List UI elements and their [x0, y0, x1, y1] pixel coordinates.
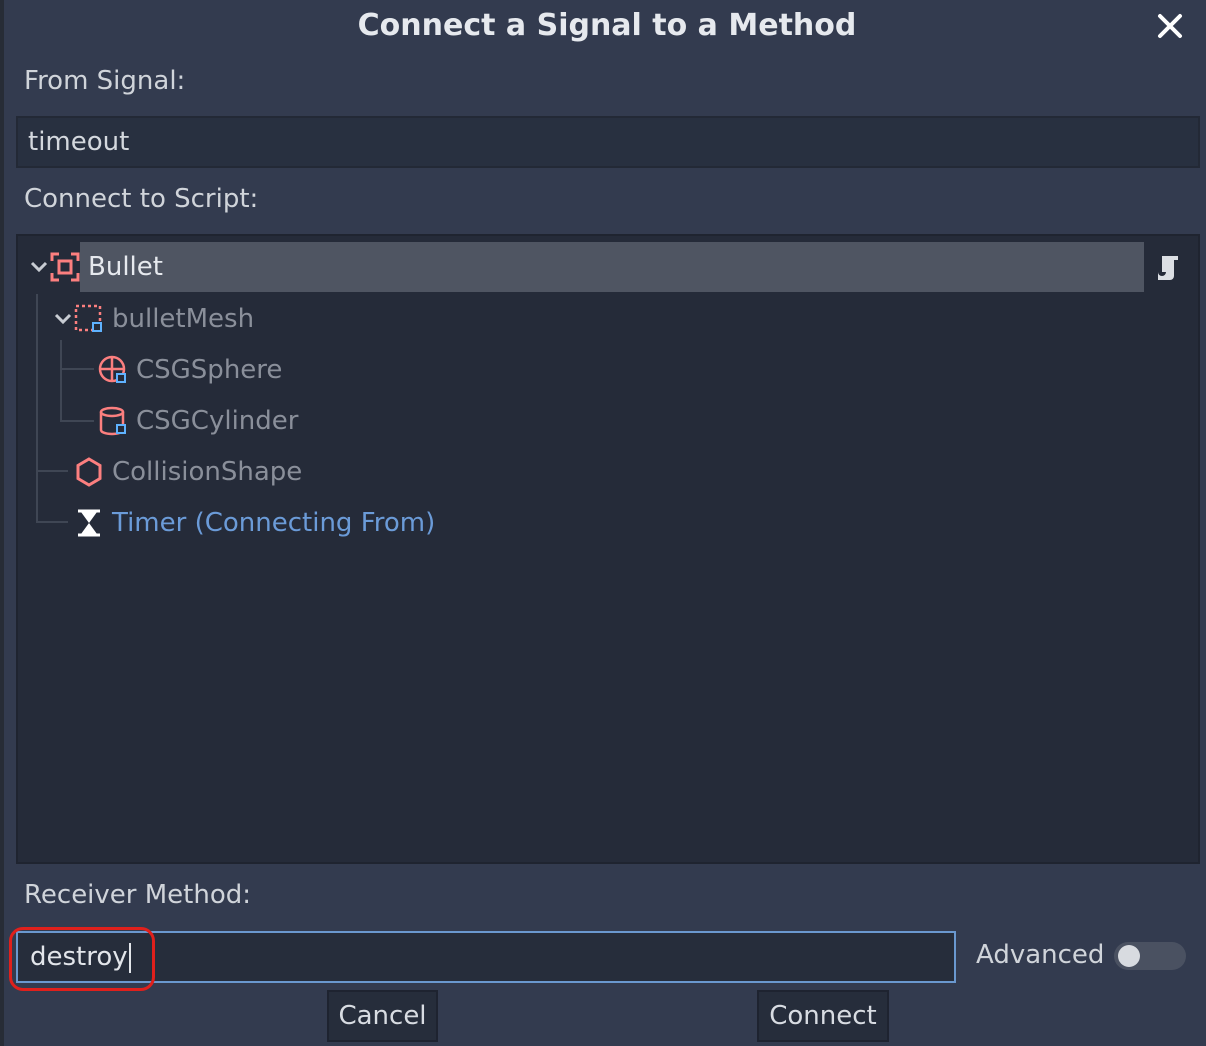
collision-shape-icon: [74, 457, 104, 487]
connect-button[interactable]: Connect: [757, 990, 889, 1042]
tree-item-csgsphere[interactable]: CSGSphere: [98, 345, 282, 395]
csg-combiner-icon: [74, 304, 104, 334]
tree-line: [60, 368, 94, 370]
tree-line: [36, 294, 38, 522]
tree-line: [60, 340, 62, 422]
dialog-title: Connect a Signal to a Method: [357, 8, 857, 43]
timer-icon: [74, 508, 104, 538]
tree-item-label: bulletMesh: [112, 304, 255, 334]
tree-item-collisionshape[interactable]: CollisionShape: [74, 447, 302, 497]
connect-to-script-label: Connect to Script:: [24, 184, 259, 214]
tree-item-csgcylinder[interactable]: CSGCylinder: [98, 396, 298, 446]
connect-signal-dialog: Connect a Signal to a Method From Signal…: [0, 0, 1206, 1046]
csg-cylinder-icon: [98, 406, 128, 436]
tree-line: [36, 470, 68, 472]
receiver-method-label: Receiver Method:: [24, 880, 252, 910]
advanced-toggle[interactable]: [1114, 942, 1186, 970]
tree-item-label: Timer (Connecting From): [112, 508, 436, 538]
chevron-down-icon[interactable]: [24, 252, 48, 282]
kinematic-body-icon: [50, 252, 80, 282]
chevron-down-icon[interactable]: [48, 304, 72, 334]
tree-line: [60, 420, 94, 422]
close-icon[interactable]: [1152, 8, 1188, 44]
tree-item-label: Bullet: [88, 252, 163, 282]
from-signal-field[interactable]: timeout: [16, 116, 1200, 168]
receiver-method-input[interactable]: destroy: [16, 931, 956, 983]
tree-item-label: CSGCylinder: [136, 406, 299, 436]
csg-sphere-icon: [98, 355, 128, 385]
receiver-method-value: destroy: [30, 942, 128, 972]
tree-item-label: CSGSphere: [136, 355, 283, 385]
cancel-button[interactable]: Cancel: [327, 990, 438, 1042]
tree-line: [36, 521, 68, 523]
tree-item-bulletmesh[interactable]: bulletMesh: [48, 294, 254, 344]
tree-item-label: CollisionShape: [112, 457, 303, 487]
script-icon[interactable]: [1154, 252, 1182, 282]
tree-item-bullet-label-row[interactable]: Bullet: [80, 242, 1144, 292]
toggle-knob: [1118, 945, 1140, 967]
text-caret: [128, 942, 131, 973]
tree-item-timer[interactable]: Timer (Connecting From): [74, 498, 435, 548]
advanced-label: Advanced: [976, 940, 1105, 970]
from-signal-label: From Signal:: [24, 66, 186, 96]
tree-item-bullet[interactable]: [24, 242, 88, 292]
